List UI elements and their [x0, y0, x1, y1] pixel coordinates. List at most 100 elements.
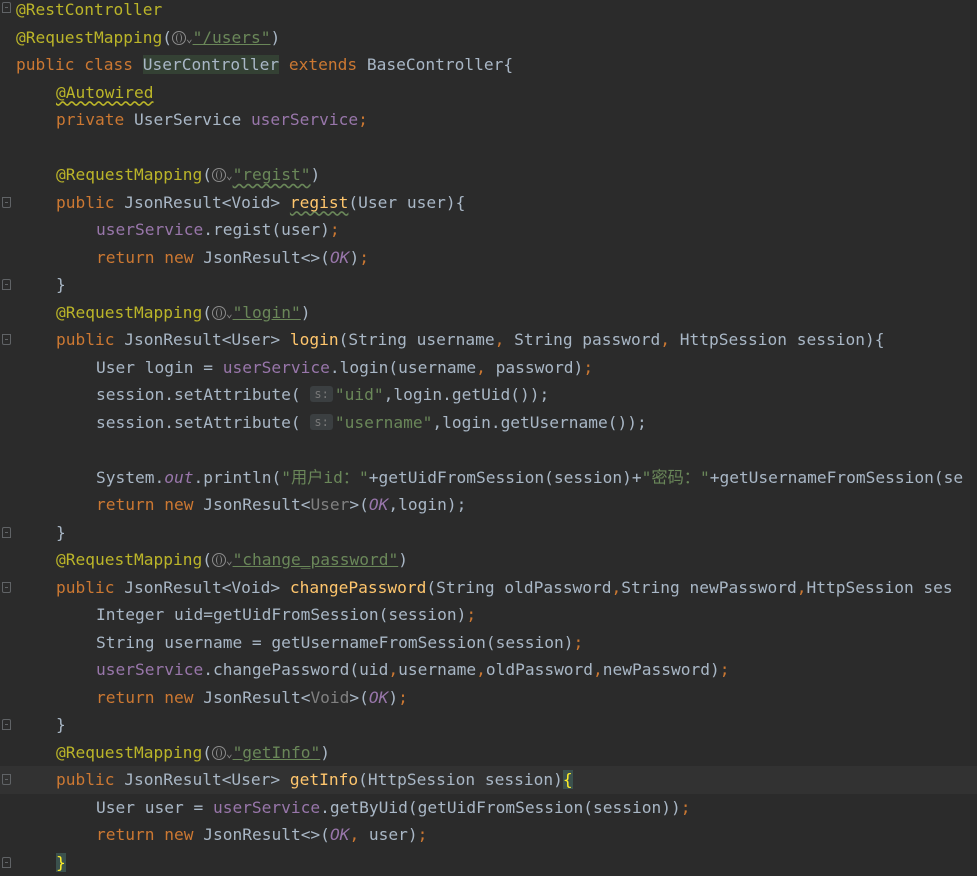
chevron-down-icon[interactable]: ⌄ [226, 169, 233, 182]
comma: , [349, 825, 359, 844]
close-brace: } [56, 523, 66, 542]
annotation: @RequestMapping [56, 743, 202, 762]
string-literal: "密码：" [642, 468, 710, 487]
fold-marker-icon[interactable] [2, 582, 11, 593]
type-name: UserService [134, 110, 241, 129]
globe-icon[interactable] [212, 168, 226, 182]
chevron-down-icon[interactable]: ⌄ [186, 32, 193, 45]
code-line-2: @RequestMapping(⌄"/users") [0, 24, 977, 52]
semicolon: ; [574, 633, 584, 652]
fold-marker-icon[interactable] [2, 774, 11, 785]
field-name: userService [96, 220, 203, 239]
string-literal: "uid" [335, 385, 384, 404]
fold-marker-icon[interactable] [2, 719, 11, 730]
fold-marker-icon[interactable] [2, 197, 11, 208]
fold-marker-icon[interactable] [2, 334, 11, 345]
return-type: JsonResult<User> [124, 770, 290, 789]
type-name: JsonResult< [203, 688, 310, 707]
string-literal: "/users" [193, 28, 271, 47]
field-name: userService [223, 358, 330, 377]
keyword: public [56, 578, 114, 597]
semicolon: ; [330, 220, 340, 239]
method-call: session.setAttribute( [96, 385, 301, 404]
annotation: @RequestMapping [56, 165, 202, 184]
open-paren: ( [202, 743, 212, 762]
keyword: class [84, 55, 133, 74]
chevron-down-icon[interactable]: ⌄ [226, 307, 233, 320]
code-line-3: public class UserController extends Base… [0, 51, 977, 79]
code-line-8: public JsonResult<Void> regist(User user… [0, 189, 977, 217]
code-line-21: @RequestMapping(⌄"change_password") [0, 546, 977, 574]
param: String password [504, 330, 660, 349]
code-line-27: } [0, 711, 977, 739]
string-literal: "username" [335, 413, 432, 432]
semicolon: ; [720, 660, 730, 679]
code-line-20: } [0, 519, 977, 547]
return-type: JsonResult<Void> [124, 193, 290, 212]
method-call: session.setAttribute( [96, 413, 301, 432]
string-literal: "getInfo" [233, 743, 321, 762]
argument: username [398, 660, 476, 679]
method-call: .regist(user) [203, 220, 330, 239]
params: (HttpSession session) [358, 770, 563, 789]
field-name: userService [96, 660, 203, 679]
close-brace: } [56, 715, 66, 734]
close-brace: } [56, 275, 66, 294]
fold-marker-icon[interactable] [2, 527, 11, 538]
code-line-15: session.setAttribute( s:"uid",login.getU… [0, 381, 977, 409]
field-name: userService [251, 110, 358, 129]
code-line-10: return new JsonResult<>(OK); [0, 244, 977, 272]
comma: , [388, 660, 398, 679]
param: HttpSession session){ [670, 330, 884, 349]
chevron-down-icon[interactable]: ⌄ [226, 747, 233, 760]
annotation: @RequestMapping [16, 28, 162, 47]
code-line-1: @RestController [0, 0, 977, 24]
generic-type: User [310, 495, 349, 514]
method-call: .println( [193, 468, 281, 487]
matched-brace: { [563, 770, 573, 789]
chevron-down-icon[interactable]: ⌄ [226, 554, 233, 567]
method-name: changePassword [290, 578, 426, 597]
statement: User user = [96, 798, 213, 817]
code-line-22: public JsonResult<Void> changePassword(S… [0, 574, 977, 602]
class-name: UserController [143, 55, 279, 74]
keyword: public [56, 770, 114, 789]
keyword: return [96, 825, 154, 844]
statement: Integer uid=getUidFromSession(session) [96, 605, 466, 624]
static-field: out [164, 468, 193, 487]
keyword: return [96, 248, 154, 267]
type-name: JsonResult<>( [203, 825, 330, 844]
method-call: .login(username [330, 358, 476, 377]
matched-brace: } [56, 853, 66, 872]
fold-marker-icon[interactable] [2, 857, 11, 868]
comma: , [495, 330, 505, 349]
statement: User login = [96, 358, 223, 377]
annotation: @RequestMapping [56, 303, 202, 322]
comma: , [476, 660, 486, 679]
globe-icon[interactable] [212, 746, 226, 760]
open-paren: ( [202, 165, 212, 184]
fold-marker-icon[interactable] [2, 2, 11, 13]
method-call: ,login.getUsername()); [432, 413, 646, 432]
semicolon: ; [398, 688, 408, 707]
code-editor[interactable]: @RestController @RequestMapping(⌄"/users… [0, 0, 977, 875]
globe-icon[interactable] [212, 306, 226, 320]
method-name: regist [290, 193, 348, 212]
method-name: login [290, 330, 339, 349]
globe-icon[interactable] [172, 31, 186, 45]
method-call: .getByUid(getUidFromSession(session)) [320, 798, 681, 817]
globe-icon[interactable] [212, 553, 226, 567]
close-paren: ) [398, 550, 408, 569]
open-paren: ( [202, 550, 212, 569]
fold-marker-icon[interactable] [2, 279, 11, 290]
expression: +getUidFromSession(session)+ [369, 468, 642, 487]
code-line-23: Integer uid=getUidFromSession(session); [0, 601, 977, 629]
keyword: public [56, 193, 114, 212]
keyword: new [164, 825, 193, 844]
code-line-32: } [0, 849, 977, 876]
close-paren: ) [311, 165, 321, 184]
code-line-31: return new JsonResult<>(OK, user); [0, 821, 977, 849]
parameter-hint: s: [310, 414, 332, 430]
code-line-4: @Autowired [0, 79, 977, 107]
code-line-11: } [0, 271, 977, 299]
